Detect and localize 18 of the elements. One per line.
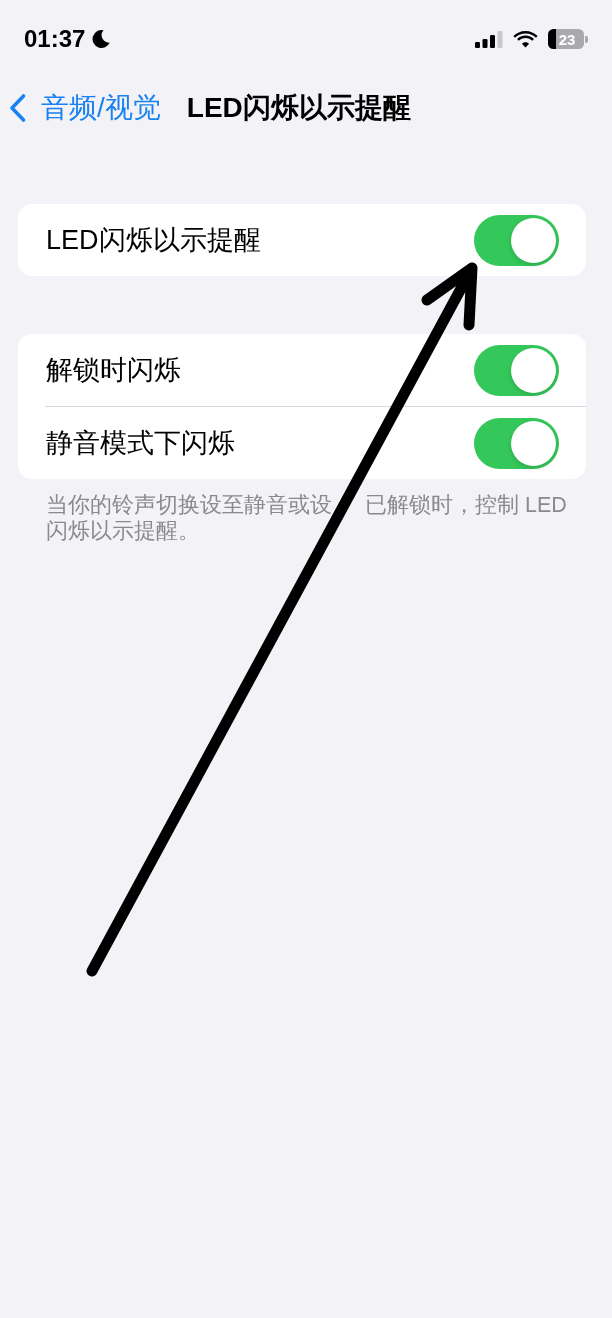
- back-chevron-icon: [8, 93, 27, 123]
- toggle-switch[interactable]: [474, 417, 559, 469]
- status-time: 01:37: [24, 27, 86, 51]
- moon-icon: [91, 29, 112, 49]
- back-button[interactable]: 音频/视觉: [8, 93, 161, 123]
- wifi-icon: [513, 30, 538, 48]
- cellular-signal-icon: [475, 30, 503, 48]
- footer-note: 当你的铃声切换设至静音或设: [46, 492, 332, 518]
- setting-label: 解锁时闪烁: [46, 356, 181, 384]
- toggle-switch[interactable]: [474, 214, 559, 266]
- toggle-switch[interactable]: [474, 344, 559, 396]
- battery-indicator: 23: [548, 29, 584, 49]
- setting-label: LED闪烁以示提醒: [46, 226, 261, 254]
- setting-label: 静音模式下闪烁: [46, 429, 235, 457]
- footer-note: 闪烁以示提醒。: [46, 518, 200, 544]
- footer-note: 已解锁时，控制 LED: [365, 492, 567, 518]
- page-title: LED闪烁以示提醒: [186, 94, 411, 122]
- battery-tip-icon: [585, 35, 588, 43]
